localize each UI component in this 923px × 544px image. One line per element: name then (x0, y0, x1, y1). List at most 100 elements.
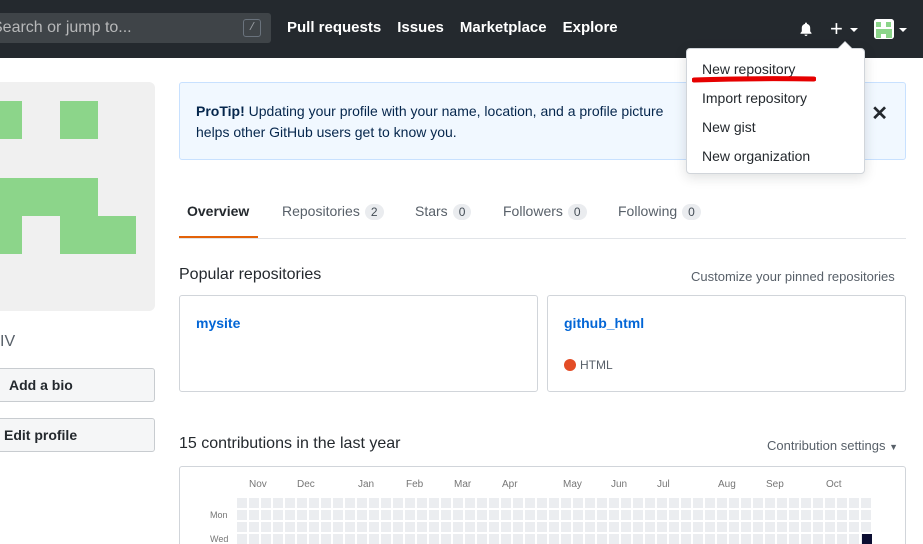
contribution-day[interactable] (597, 498, 607, 508)
contribution-day[interactable] (513, 510, 523, 520)
contribution-day[interactable] (813, 498, 823, 508)
contribution-day[interactable] (657, 498, 667, 508)
contribution-day[interactable] (741, 510, 751, 520)
contribution-day[interactable] (609, 522, 619, 532)
contribution-day[interactable] (597, 534, 607, 544)
contribution-day[interactable] (285, 498, 295, 508)
tab-overview[interactable]: Overview (187, 203, 249, 219)
contribution-day[interactable] (729, 534, 739, 544)
contribution-day[interactable] (717, 498, 727, 508)
contribution-day[interactable] (381, 510, 391, 520)
avatar[interactable] (874, 19, 894, 39)
contribution-day[interactable] (609, 534, 619, 544)
contribution-day[interactable] (393, 522, 403, 532)
contribution-day[interactable] (585, 522, 595, 532)
menu-item-import-repository[interactable]: Import repository (702, 90, 807, 106)
contribution-day[interactable] (789, 534, 799, 544)
contribution-day[interactable] (729, 522, 739, 532)
contribution-day[interactable] (249, 498, 259, 508)
contribution-day[interactable] (489, 498, 499, 508)
contribution-day[interactable] (333, 522, 343, 532)
contribution-day[interactable] (453, 522, 463, 532)
contribution-day[interactable] (285, 534, 295, 544)
contribution-day[interactable] (429, 498, 439, 508)
contribution-day[interactable] (357, 534, 367, 544)
contribution-day[interactable] (681, 522, 691, 532)
contribution-day[interactable] (525, 498, 535, 508)
contribution-day[interactable] (693, 534, 703, 544)
contribution-day[interactable] (477, 534, 487, 544)
contribution-day[interactable] (609, 498, 619, 508)
contribution-day[interactable] (717, 522, 727, 532)
contribution-day[interactable] (249, 510, 259, 520)
contribution-day[interactable] (321, 522, 331, 532)
contribution-day[interactable] (669, 522, 679, 532)
contribution-day[interactable] (237, 498, 247, 508)
contribution-day[interactable] (501, 498, 511, 508)
contribution-day[interactable] (753, 498, 763, 508)
contribution-day[interactable] (717, 510, 727, 520)
contribution-day[interactable] (825, 498, 835, 508)
contribution-day[interactable] (357, 498, 367, 508)
contribution-day[interactable] (345, 510, 355, 520)
contribution-day[interactable] (777, 498, 787, 508)
repo-link-github-html[interactable]: github_html (564, 315, 644, 331)
contribution-day[interactable] (753, 522, 763, 532)
contribution-day[interactable] (801, 510, 811, 520)
contribution-day[interactable] (777, 522, 787, 532)
contribution-day[interactable] (645, 510, 655, 520)
contribution-day[interactable] (717, 534, 727, 544)
contribution-day[interactable] (477, 522, 487, 532)
contribution-day[interactable] (861, 498, 871, 508)
contribution-day[interactable] (585, 510, 595, 520)
contribution-day[interactable] (429, 534, 439, 544)
contribution-day[interactable] (621, 534, 631, 544)
contribution-day[interactable] (837, 498, 847, 508)
contribution-day[interactable] (501, 522, 511, 532)
contribution-day[interactable] (441, 510, 451, 520)
contribution-day[interactable] (357, 522, 367, 532)
contribution-day[interactable] (453, 534, 463, 544)
contribution-day[interactable] (549, 534, 559, 544)
contribution-day[interactable] (801, 522, 811, 532)
nav-issues[interactable]: Issues (397, 19, 444, 36)
contribution-day[interactable] (633, 498, 643, 508)
contribution-day[interactable] (273, 522, 283, 532)
contribution-day[interactable] (741, 534, 751, 544)
contribution-day[interactable] (657, 522, 667, 532)
contribution-day[interactable] (261, 522, 271, 532)
tab-followers[interactable]: Followers 0 (503, 203, 587, 220)
contribution-day[interactable] (429, 510, 439, 520)
contribution-day[interactable] (285, 522, 295, 532)
contribution-day[interactable] (621, 510, 631, 520)
menu-item-new-organization[interactable]: New organization (702, 148, 810, 164)
contribution-day[interactable] (789, 522, 799, 532)
contribution-day[interactable] (237, 534, 247, 544)
contribution-day[interactable] (357, 510, 367, 520)
contribution-day[interactable] (669, 510, 679, 520)
contribution-day[interactable] (345, 534, 355, 544)
contribution-day[interactable] (561, 534, 571, 544)
contribution-day[interactable] (861, 522, 871, 532)
contribution-day[interactable] (513, 498, 523, 508)
contribution-day[interactable] (801, 498, 811, 508)
contribution-day[interactable] (489, 534, 499, 544)
contribution-day[interactable] (633, 522, 643, 532)
contribution-day[interactable] (405, 498, 415, 508)
contribution-day[interactable] (693, 510, 703, 520)
contribution-day[interactable] (753, 534, 763, 544)
contribution-day[interactable] (681, 498, 691, 508)
edit-profile-button[interactable]: Edit profile (0, 418, 155, 452)
contribution-day[interactable] (453, 498, 463, 508)
contribution-day[interactable] (621, 498, 631, 508)
contribution-day[interactable] (549, 510, 559, 520)
contribution-day[interactable] (729, 510, 739, 520)
contribution-day[interactable] (405, 510, 415, 520)
contribution-day[interactable] (501, 534, 511, 544)
contribution-day[interactable] (537, 522, 547, 532)
add-bio-button[interactable]: Add a bio (0, 368, 155, 402)
contribution-day[interactable] (489, 522, 499, 532)
contribution-day[interactable] (741, 498, 751, 508)
contribution-day[interactable] (837, 522, 847, 532)
contribution-day[interactable] (765, 534, 775, 544)
